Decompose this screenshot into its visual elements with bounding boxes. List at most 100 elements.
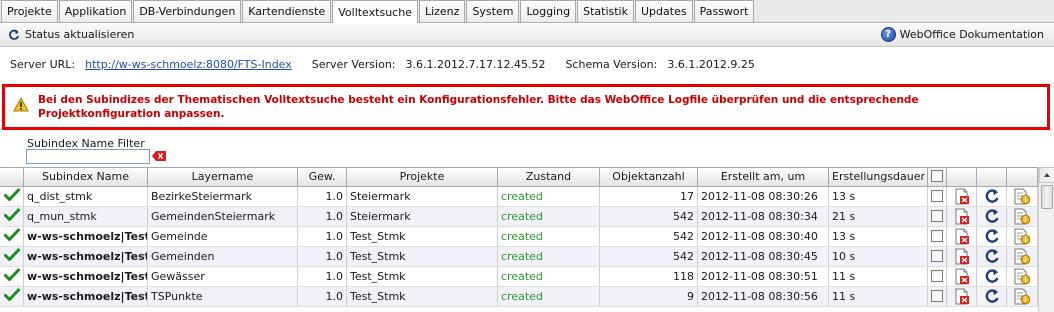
delete-icon [955,248,969,265]
tab-updates[interactable]: Updates [635,0,693,22]
layername-cell: BezirkeSteiermark [148,187,298,207]
error-message-text: Bei den Subindizes der Thematischen Voll… [38,94,919,120]
column-header-blank [947,167,977,186]
row-select-checkbox[interactable] [931,270,943,282]
tab-system[interactable]: System [466,0,520,22]
tab-applikation[interactable]: Applikation [58,0,133,22]
tab-volltextsuche[interactable]: Volltextsuche [332,0,418,23]
details-button[interactable] [1014,208,1031,226]
column-header[interactable]: Subindex Name [24,167,148,186]
tab-projekte[interactable]: Projekte [1,0,58,22]
refresh-status-button[interactable]: Status aktualisieren [8,28,134,41]
tab-logging[interactable]: Logging [520,0,577,22]
details-button[interactable] [1014,268,1031,286]
details-button[interactable] [1014,248,1031,266]
column-header[interactable]: Zustand [498,167,600,186]
row-select-checkbox[interactable] [931,230,943,242]
delete-cell[interactable] [947,227,977,247]
details-cell[interactable] [1007,287,1038,307]
column-header[interactable]: Objektanzahl [600,167,698,186]
select-all-checkbox-header[interactable] [928,167,947,186]
rebuild-button[interactable] [984,288,1000,306]
column-header[interactable]: Erstellungsdauer [829,167,928,186]
server-info: Server URL: http://w-ws-schmoelz:8080/FT… [10,57,775,71]
details-cell[interactable] [1007,187,1038,207]
tab-kartendienste[interactable]: Kartendienste [242,0,332,22]
projects-cell: Test_Stmk [347,227,498,247]
vertical-scrollbar[interactable] [1038,167,1054,312]
scroll-up-button[interactable] [1039,167,1054,183]
rebuild-button[interactable] [984,248,1000,266]
clear-filter-icon[interactable] [152,151,166,161]
details-cell[interactable] [1007,267,1038,287]
rebuild-cell[interactable] [977,247,1007,267]
details-cell[interactable] [1007,247,1038,267]
rebuild-button[interactable] [984,228,1000,246]
column-header[interactable]: Projekte [347,167,498,186]
checkbox-cell[interactable] [928,207,947,227]
refresh-icon [985,189,999,203]
delete-cell[interactable] [947,187,977,207]
checkbox-cell[interactable] [928,227,947,247]
checkbox-cell[interactable] [928,267,947,287]
rebuild-cell[interactable] [977,267,1007,287]
delete-button[interactable] [954,268,970,286]
rebuild-button[interactable] [984,268,1000,286]
status-cell [0,267,24,287]
details-button[interactable] [1014,288,1031,306]
table-row[interactable]: w-ws-schmoelz|Test_ Gemeinde 1.0 Test_Stmk c… [0,227,1038,247]
row-select-checkbox[interactable] [931,190,943,202]
documentation-link[interactable]: ? WebOffice Dokumentation [880,27,1044,42]
row-select-checkbox[interactable] [931,210,943,222]
details-cell[interactable] [1007,207,1038,227]
checkbox-cell[interactable] [928,187,947,207]
rebuild-cell[interactable] [977,287,1007,307]
table-row[interactable]: w-ws-schmoelz|Test_ Gewässer 1.0 Test_Stmk c… [0,267,1038,287]
row-select-checkbox[interactable] [931,250,943,262]
info-icon [1014,188,1031,205]
delete-button[interactable] [954,188,970,206]
checkbox-cell[interactable] [928,287,947,307]
tab-db-verbindungen[interactable]: DB-Verbindungen [133,0,242,22]
duration-cell: 11 s [829,267,928,287]
row-select-checkbox[interactable] [931,290,943,302]
checkbox-cell[interactable] [928,247,947,267]
table-row[interactable]: q_dist_stmk BezirkeSteiermark 1.0 Steiermar… [0,187,1038,207]
column-header[interactable]: Erstellt am, um [698,167,829,186]
refresh-icon [985,209,999,223]
details-button[interactable] [1014,228,1031,246]
duration-cell: 10 s [829,247,928,267]
subindex-filter-input[interactable] [26,149,150,164]
server-url-link[interactable]: http://w-ws-schmoelz:8080/FTS-Index [85,58,292,71]
column-header[interactable]: Gew. [298,167,347,186]
delete-cell[interactable] [947,287,977,307]
details-cell[interactable] [1007,227,1038,247]
rebuild-cell[interactable] [977,187,1007,207]
column-header[interactable]: Layername [148,167,298,186]
rebuild-button[interactable] [984,188,1000,206]
table-row[interactable] [0,307,1038,312]
table-row[interactable]: w-ws-schmoelz|Test_ Gemeinden 1.0 Test_Stmk… [0,247,1038,267]
scroll-thumb[interactable] [1041,185,1053,209]
delete-button[interactable] [954,288,970,306]
ok-check-icon [3,288,20,301]
table-row[interactable]: w-ws-schmoelz|Test_ TSPunkte 1.0 Test_Stmk c… [0,287,1038,307]
arrow-up-icon [1044,173,1050,177]
rebuild-cell[interactable] [977,207,1007,227]
select-all-checkbox[interactable] [931,170,943,182]
delete-button[interactable] [954,228,970,246]
tab-statistik[interactable]: Statistik [577,0,634,22]
tab-lizenz[interactable]: Lizenz [418,0,466,22]
delete-cell[interactable] [947,247,977,267]
rebuild-button[interactable] [984,208,1000,226]
rebuild-cell[interactable] [977,227,1007,247]
delete-button[interactable] [954,248,970,266]
delete-cell[interactable] [947,267,977,287]
details-button[interactable] [1014,188,1031,206]
tab-passwort[interactable]: Passwort [693,0,755,22]
duration-cell: 21 s [829,207,928,227]
table-row[interactable]: q_mun_stmk GemeindenSteiermark 1.0 Steierma… [0,207,1038,227]
delete-button[interactable] [954,208,970,226]
object-count-cell: 542 [600,247,698,267]
delete-cell[interactable] [947,207,977,227]
